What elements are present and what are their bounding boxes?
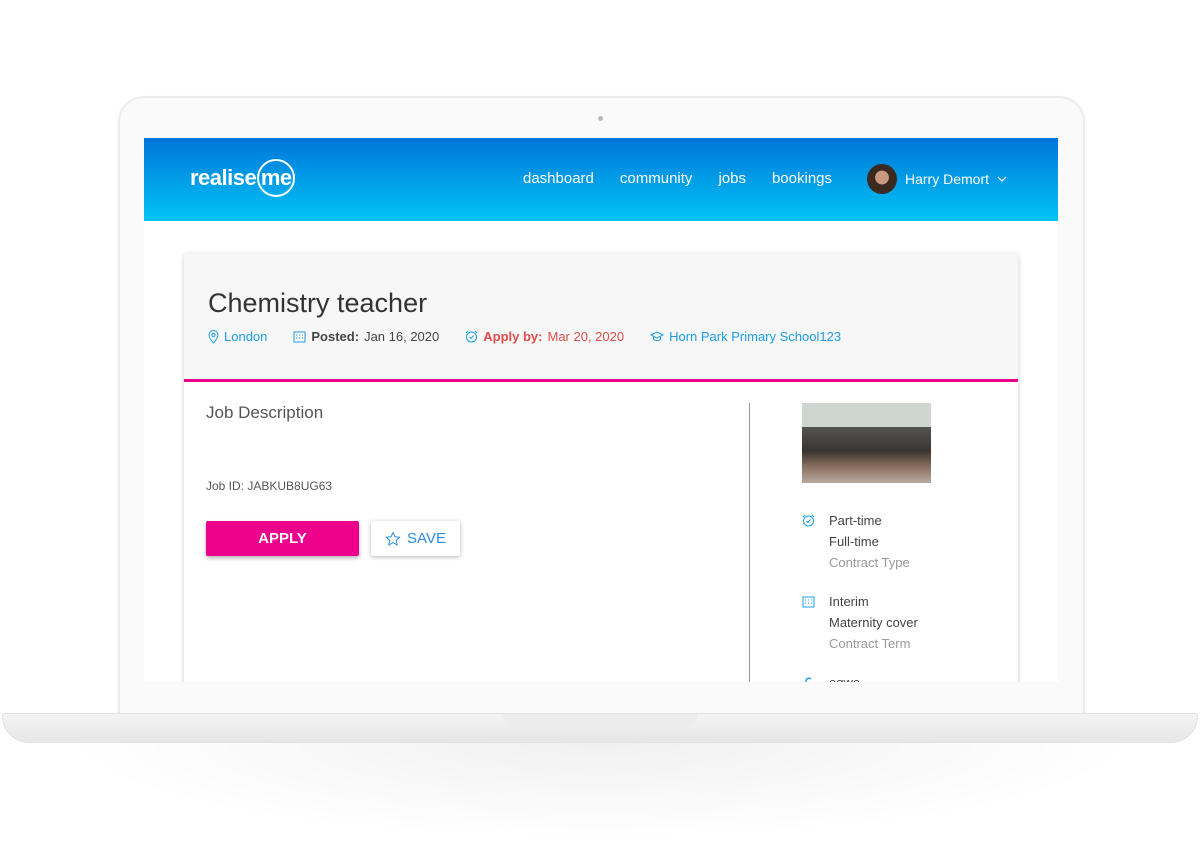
school-photo xyxy=(802,403,931,483)
contract-type: Part-time Full-time Contract Type xyxy=(802,510,931,573)
calendar-icon xyxy=(293,331,306,343)
user-menu[interactable]: Harry Demort xyxy=(867,164,1007,194)
alarm-clock-icon xyxy=(465,330,478,343)
laptop-shadow xyxy=(60,740,1140,840)
job-header: Chemistry teacher London Posted: Jan 16, … xyxy=(184,254,1018,382)
job-card: Chemistry teacher London Posted: Jan 16, … xyxy=(184,254,1018,682)
save-button[interactable]: SAVE xyxy=(371,521,460,556)
calendar-icon xyxy=(802,596,815,608)
avatar xyxy=(867,164,897,194)
contract-term: Interim Maternity cover Contract Term xyxy=(802,591,931,654)
nav-community[interactable]: community xyxy=(620,170,693,187)
nav-bookings[interactable]: bookings xyxy=(772,170,832,187)
star-icon xyxy=(385,530,401,546)
page-title: Chemistry teacher xyxy=(208,288,428,318)
pound-icon xyxy=(805,677,812,682)
alarm-clock-icon xyxy=(802,514,815,527)
apply-by-date: Apply by: Mar 20, 2020 xyxy=(465,329,624,344)
user-name: Harry Demort xyxy=(905,171,990,187)
posted-date: Posted: Jan 16, 2020 xyxy=(293,329,439,344)
camera xyxy=(598,116,603,121)
apply-button[interactable]: APPLY xyxy=(206,521,359,556)
logo-ring: me xyxy=(257,159,296,197)
job-description-heading: Job Description xyxy=(206,403,324,422)
screen: realise me dashboard community jobs booki… xyxy=(144,138,1058,682)
nav-jobs[interactable]: jobs xyxy=(718,170,746,187)
logo[interactable]: realise me xyxy=(190,159,296,197)
nav-dashboard[interactable]: dashboard xyxy=(523,170,594,187)
location[interactable]: London xyxy=(208,329,267,344)
laptop-notch xyxy=(503,714,698,728)
logo-text: realise xyxy=(190,165,257,190)
map-pin-icon xyxy=(208,329,219,344)
job-id: Job ID: JABKUB8UG63 xyxy=(206,479,333,493)
salary: eqwe xyxy=(802,672,931,682)
school-link[interactable]: Horn Park Primary School123 xyxy=(650,329,841,344)
top-nav: realise me dashboard community jobs booki… xyxy=(144,138,1058,221)
chevron-down-icon xyxy=(997,176,1007,182)
graduation-cap-icon xyxy=(650,331,665,342)
